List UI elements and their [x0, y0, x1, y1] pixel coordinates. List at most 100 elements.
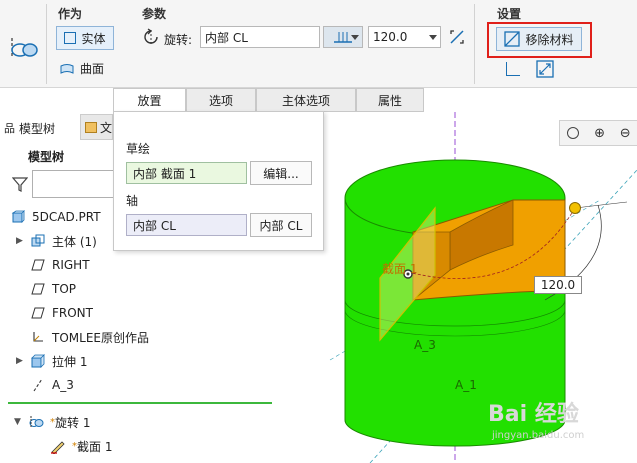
tree-item-label: TOP	[52, 282, 77, 296]
axis-label-a3: A_3	[414, 338, 436, 352]
active-feature-label: 旋转 1	[55, 415, 91, 430]
edit-button[interactable]: 编辑...	[250, 161, 312, 185]
rotate-type-dropdown[interactable]: 内部 CL	[200, 26, 320, 48]
axis-icon	[30, 377, 46, 393]
view-toolbar: ⊕ ⊖	[559, 120, 637, 146]
insert-indicator	[8, 402, 272, 404]
tree-item-active-feature[interactable]: ▼ * 旋转 1	[14, 410, 90, 434]
tree-item[interactable]: TOP	[16, 277, 76, 301]
tree-item-active-child[interactable]: * 截面 1	[50, 434, 112, 458]
rotate-type-value: 内部 CL	[205, 30, 248, 45]
tab-placement[interactable]: 放置	[113, 88, 186, 112]
placement-panel: 草绘 内部 截面 1 编辑... 轴 内部 CL 内部 CL	[113, 111, 324, 251]
part-icon	[10, 209, 26, 225]
tree-item[interactable]: ▶ 拉伸 1	[16, 349, 87, 373]
expand-arrow-icon[interactable]: ▶	[16, 236, 24, 246]
tree-item[interactable]: A_3	[16, 373, 74, 397]
tree-item-label: RIGHT	[52, 258, 90, 272]
axis-collector[interactable]: 内部 CL	[126, 214, 247, 236]
tree-item[interactable]: TOMLEE原创作品	[16, 325, 149, 349]
model-tree-icon: 品	[4, 122, 15, 135]
surface-label: 曲面	[80, 62, 105, 76]
tree-search-input[interactable]	[32, 170, 114, 198]
divider	[474, 4, 475, 84]
tab-options-label: 选项	[208, 93, 233, 108]
watermark: Bai 经验	[488, 396, 579, 428]
tab-files[interactable]: 文	[80, 114, 113, 140]
tree-item-label: TOMLEE原创作品	[52, 330, 149, 345]
solid-button[interactable]: 实体	[56, 26, 114, 50]
sketch-value: 内部 截面 1	[133, 166, 197, 181]
internal-cl-button[interactable]: 内部 CL	[250, 213, 312, 237]
coordinate-system-icon	[30, 329, 46, 345]
revolve-tool-icon[interactable]	[6, 34, 40, 62]
datum-plane-icon	[30, 281, 46, 297]
sketch-title: 草绘	[126, 142, 151, 156]
graphics-viewport[interactable]: ⊕ ⊖ 120.0 截面 1 A_3 A_1 Bai 经验 jingyan.ba…	[322, 112, 637, 463]
tab-body-options-label: 主体选项	[281, 93, 330, 108]
zoom-out-icon[interactable]: ⊖	[620, 126, 631, 141]
flip-direction-icon[interactable]	[448, 28, 466, 49]
tree-item-label: 主体 (1)	[52, 234, 97, 249]
tree-item-label: 拉伸 1	[52, 354, 88, 369]
section-title-params: 参数	[142, 7, 167, 21]
surface-button[interactable]: 曲面	[60, 60, 104, 77]
dimension-value: 120.0	[540, 278, 576, 292]
active-child-label: 截面 1	[77, 439, 113, 454]
chevron-down-icon	[429, 35, 437, 40]
remove-material-icon	[504, 31, 521, 47]
tab-properties[interactable]: 属性	[356, 88, 424, 112]
angle-value: 120.0	[373, 30, 408, 44]
tree-item-label: A_3	[52, 378, 74, 392]
section-title-settings: 设置	[497, 7, 522, 21]
tree-item[interactable]: ▶ 主体 (1)	[16, 229, 97, 253]
tab-placement-label: 放置	[137, 93, 162, 108]
tab-model-tree-label: 模型树	[19, 121, 56, 136]
tab-files-label: 文	[99, 120, 112, 135]
tree-item[interactable]: RIGHT	[16, 253, 90, 277]
zoom-fit-icon[interactable]	[567, 127, 580, 139]
axis-value: 内部 CL	[133, 218, 176, 233]
watermark-text: Bai 经验	[488, 402, 579, 427]
zoom-in-icon[interactable]: ⊕	[594, 126, 605, 141]
revolve-icon	[28, 414, 44, 430]
tree-item[interactable]: 5DCAD.PRT	[10, 205, 101, 229]
sketch-collector[interactable]: 内部 截面 1	[126, 162, 247, 184]
rotate-icon	[142, 28, 160, 49]
remove-material-button[interactable]: 移除材料	[496, 27, 582, 51]
body-icon	[30, 233, 46, 249]
angle-type-button[interactable]	[323, 26, 363, 48]
expand-icon: ▼	[14, 417, 21, 427]
section-title-as: 作为	[58, 7, 83, 21]
filter-icon[interactable]	[11, 176, 29, 195]
dimension-value-box[interactable]: 120.0	[534, 276, 582, 294]
watermark-url: jingyan.baidu.com	[492, 430, 585, 441]
extrude-icon	[30, 353, 46, 369]
expand-arrow-icon[interactable]: ▶	[16, 356, 24, 366]
ribbon: 作为 实体 曲面 参数 旋转: 内部 CL 120.0 设置 移除材料	[0, 0, 637, 88]
tree-item[interactable]: FRONT	[16, 301, 93, 325]
sketch-icon	[50, 438, 66, 454]
angle-input[interactable]: 120.0	[368, 26, 441, 48]
rotate-label: 旋转:	[164, 33, 193, 47]
divider	[46, 4, 47, 84]
tab-model-tree[interactable]: 品 模型树	[4, 116, 55, 140]
tab-properties-label: 属性	[377, 93, 402, 108]
tab-body-options[interactable]: 主体选项	[256, 88, 356, 112]
solid-label: 实体	[81, 31, 106, 46]
tree-item-label: FRONT	[52, 306, 93, 320]
remove-material-label: 移除材料	[525, 32, 574, 47]
folder-icon	[85, 121, 97, 133]
surface-icon	[60, 63, 74, 74]
chevron-down-icon	[351, 35, 359, 40]
flip-material-icon[interactable]	[536, 60, 554, 81]
section-label: 截面 1	[382, 262, 418, 276]
tree-item-label: 5DCAD.PRT	[32, 210, 101, 224]
tab-options[interactable]: 选项	[186, 88, 256, 112]
solid-icon	[64, 32, 77, 44]
datum-plane-icon	[30, 305, 46, 321]
axis-title: 轴	[126, 194, 139, 208]
model-tree-header: 模型树	[28, 150, 65, 164]
thicken-icon[interactable]	[506, 62, 520, 76]
edit-button-label: 编辑...	[263, 166, 299, 181]
